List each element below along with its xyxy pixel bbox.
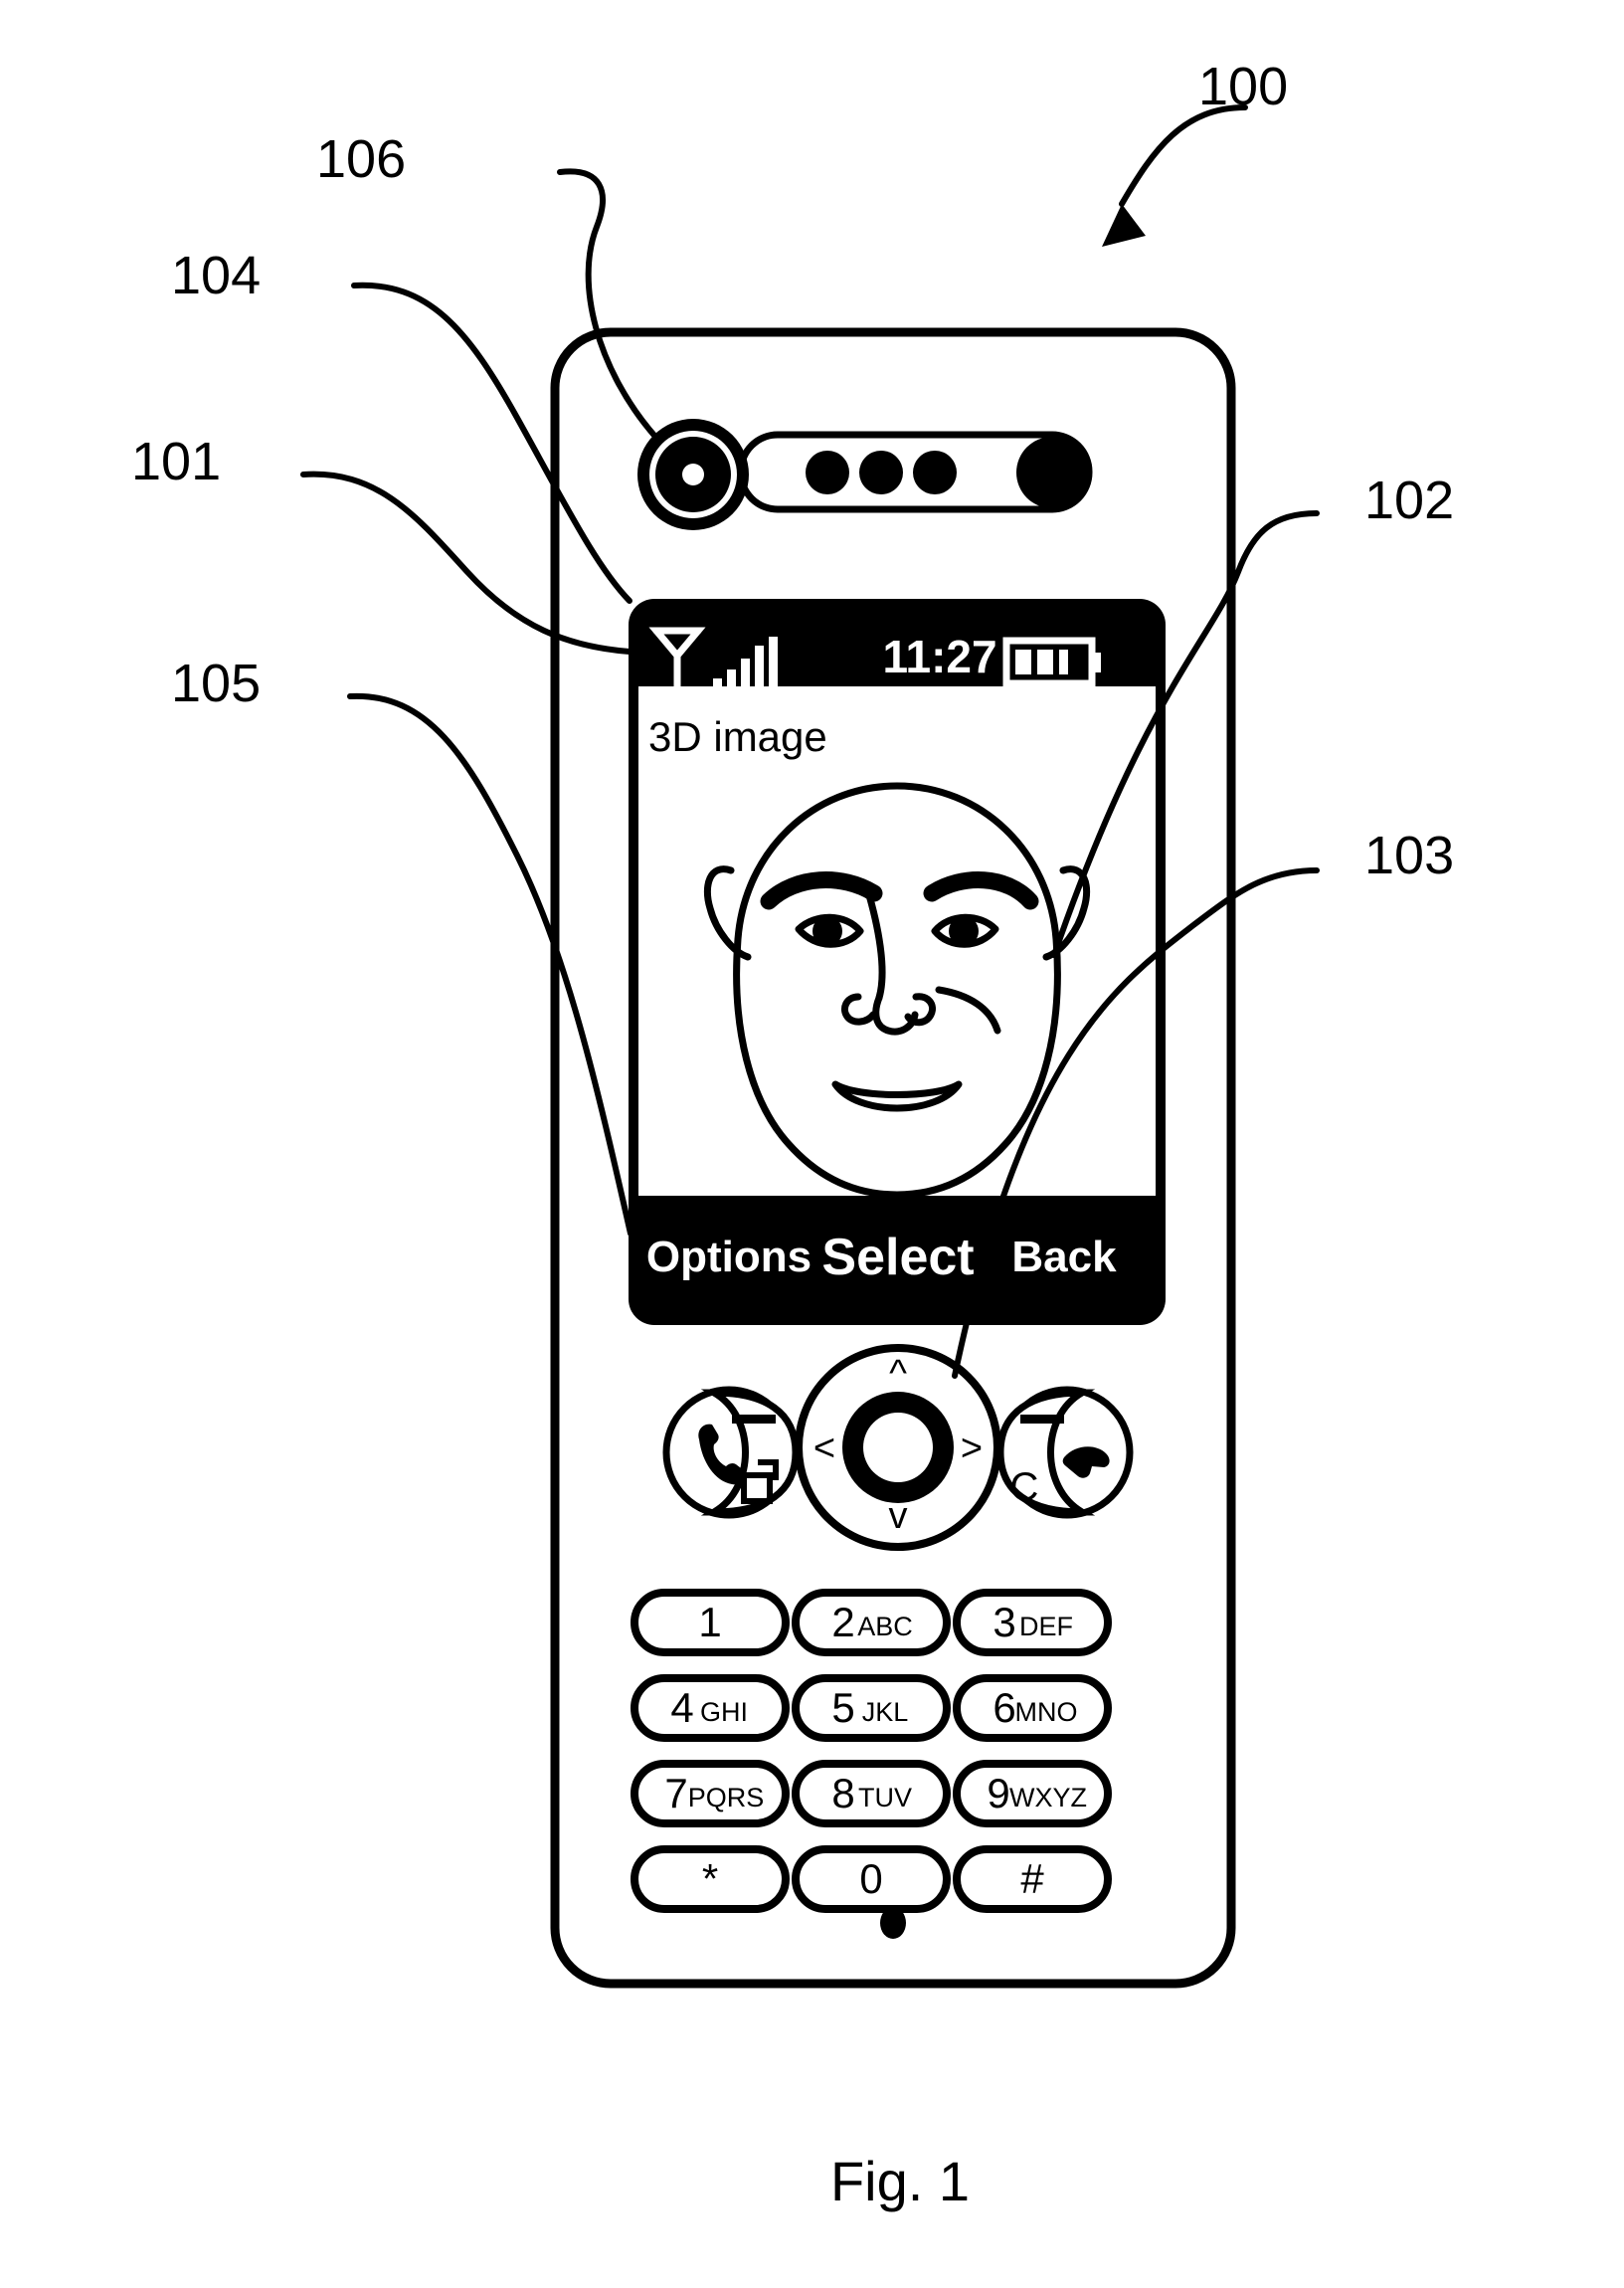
keypad-key-digit: 3 (992, 1599, 1015, 1645)
keypad-key-2[interactable]: 2 ABC (792, 1589, 951, 1656)
figure-caption: Fig. 1 (830, 2150, 970, 2212)
signal-bar (769, 637, 778, 691)
signal-bar (755, 646, 764, 691)
keypad-key-digit: 4 (670, 1684, 693, 1731)
reference-numeral-103: 103 (1364, 826, 1454, 885)
softkey-right-back[interactable]: Back (1011, 1233, 1117, 1281)
left-softkey-dash-icon (732, 1415, 776, 1424)
keypad-key-7[interactable]: 7 PQRS (631, 1760, 790, 1827)
keypad-key-digit: 9 (987, 1770, 1009, 1816)
keypad-key-4[interactable]: 4 GHI (631, 1674, 790, 1742)
keypad-key-letters: MNO (1015, 1697, 1078, 1727)
leader-arrowhead-100 (1102, 204, 1146, 247)
reference-numeral-105: 105 (171, 654, 261, 713)
speaker-dot (806, 451, 849, 494)
keypad-key-9[interactable]: 9 WXYZ (953, 1760, 1112, 1827)
status-bar-clock: 11:27 (882, 631, 996, 682)
microphone-hole-icon (880, 1907, 906, 1939)
speaker-dot (913, 451, 957, 494)
battery-tip (1092, 653, 1101, 672)
face-left-pupil (812, 916, 842, 946)
battery-bar (1015, 650, 1031, 674)
keypad-key-letters: DEF (1019, 1612, 1073, 1641)
keypad-key-digit: 8 (831, 1770, 854, 1816)
keypad-key-letters: TUV (858, 1783, 912, 1812)
keypad-key-digit: 1 (698, 1599, 721, 1645)
battery-bar (1037, 650, 1053, 674)
keypad-key-0[interactable]: 0 (792, 1845, 951, 1913)
face-right-pupil (949, 916, 979, 946)
left-softkey-button[interactable] (662, 1386, 800, 1519)
keypad-key-letters: WXYZ (1009, 1783, 1087, 1812)
reference-numeral-104: 104 (171, 246, 261, 305)
softkey-center-select[interactable]: Select (821, 1229, 974, 1286)
clear-key-label[interactable]: C (1010, 1465, 1039, 1509)
dpad-right-arrow[interactable]: > (961, 1428, 983, 1469)
keypad-key-digit: * (702, 1855, 718, 1902)
patent-figure-page: 11:27 3D image Options Select Back ^ v <… (0, 0, 1624, 2288)
keypad-key-digit: 5 (831, 1684, 854, 1731)
leader-line-100 (1119, 104, 1248, 207)
reference-numeral-106: 106 (316, 129, 406, 189)
figure-1-drawing: 11:27 3D image Options Select Back ^ v <… (131, 57, 1454, 2212)
screen-title: 3D image (648, 713, 827, 760)
reference-numeral-101: 101 (131, 432, 221, 491)
keypad-key-letters: GHI (700, 1697, 748, 1727)
right-softkey-button[interactable]: C (996, 1386, 1134, 1519)
dpad-left-arrow[interactable]: < (813, 1428, 835, 1469)
softkey-left-options[interactable]: Options (646, 1233, 812, 1281)
keypad-key-hash[interactable]: # (953, 1845, 1112, 1913)
signal-bar (727, 669, 736, 691)
right-softkey-dash-icon (1020, 1415, 1064, 1424)
dpad-up-arrow[interactable]: ^ (889, 1353, 907, 1395)
speaker-dot (859, 451, 903, 494)
dpad-down-arrow[interactable]: v (889, 1495, 908, 1537)
keypad-key-1[interactable]: 1 (631, 1589, 790, 1656)
display-screen: 11:27 3D image Options Select Back (629, 599, 1166, 1325)
keypad-key-8[interactable]: 8 TUV (792, 1760, 951, 1827)
keypad-key-star[interactable]: * (631, 1845, 790, 1913)
keypad-key-digit: 7 (664, 1770, 687, 1816)
keypad-key-digit: # (1020, 1855, 1044, 1902)
keypad-key-letters: PQRS (688, 1783, 765, 1812)
signal-bar (713, 678, 722, 691)
reference-numeral-100: 100 (1198, 57, 1288, 116)
softkey-bar: Options Select Back (646, 1229, 1117, 1286)
keypad-key-digit: 2 (831, 1599, 854, 1645)
keypad-key-digit: 0 (859, 1855, 882, 1902)
reference-numeral-102: 102 (1364, 471, 1454, 530)
signal-bar (741, 659, 750, 691)
keypad-key-letters: ABC (857, 1612, 913, 1641)
keypad-key-letters: JKL (862, 1697, 909, 1727)
keypad-key-digit: 6 (992, 1684, 1015, 1731)
camera-lens-pupil (682, 464, 704, 485)
dpad[interactable]: ^ v < > (795, 1344, 1001, 1551)
keypad-key-6[interactable]: 6MNO (953, 1674, 1112, 1742)
dpad-ok-button[interactable] (863, 1413, 933, 1482)
keypad-key-3[interactable]: 3 DEF (953, 1589, 1112, 1656)
keypad-key-5[interactable]: 5 JKL (792, 1674, 951, 1742)
battery-bar (1059, 650, 1068, 674)
indicator-led-icon (1016, 437, 1088, 508)
screen-content-area (638, 686, 1156, 1196)
